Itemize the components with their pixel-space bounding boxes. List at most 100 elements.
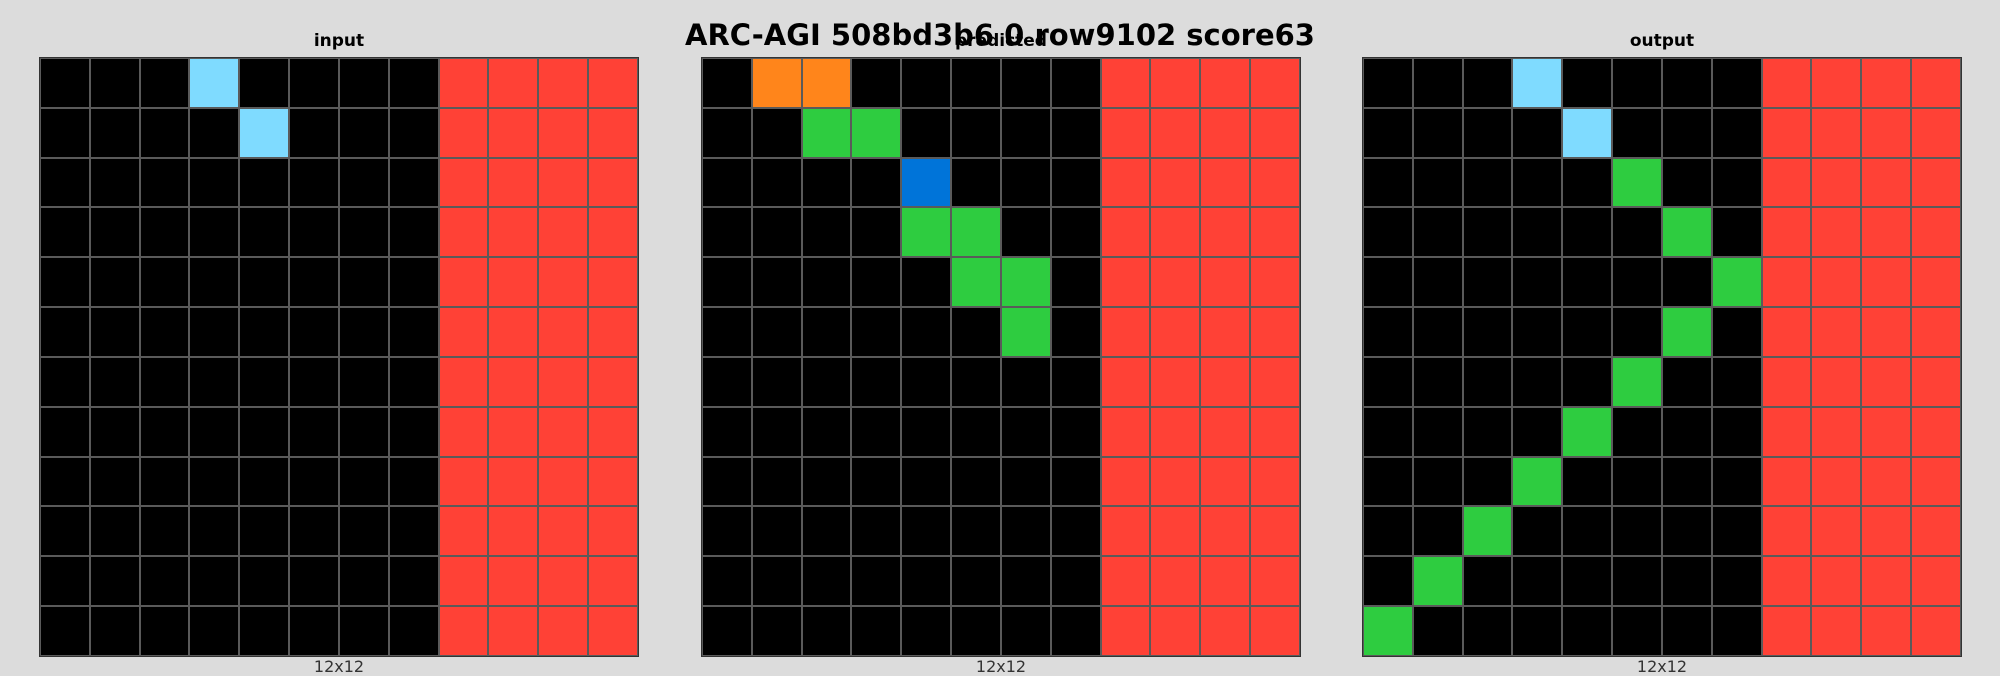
grid-cell: [851, 157, 902, 208]
grid-cell: [951, 456, 1001, 507]
grid-cell: [1412, 556, 1463, 607]
grid-cell: [1711, 556, 1762, 607]
grid-cell: [388, 506, 439, 557]
grid-cell: [488, 307, 539, 357]
grid-cell: [1200, 356, 1251, 407]
grid-cell: [1200, 456, 1251, 507]
grid-cell: [1150, 107, 1201, 158]
grid-cell: [1711, 107, 1762, 158]
grid-cell: [1811, 506, 1862, 557]
grid-cell: [1412, 157, 1463, 208]
grid-cell: [388, 456, 439, 507]
grid-cell: [1911, 406, 1961, 457]
grid-cell: [1363, 606, 1413, 656]
output-panel: output 12x12: [1362, 0, 1962, 675]
grid-cell: [901, 307, 952, 357]
grid-cell: [1200, 307, 1251, 357]
grid-cell: [702, 506, 752, 557]
grid-cell: [1562, 157, 1613, 208]
grid-cell: [89, 58, 140, 108]
grid-cell: [239, 207, 290, 258]
figure-title: ARC-AGI 508bd3b6 0 row9102 score63: [685, 18, 1315, 52]
grid-cell: [1462, 207, 1513, 258]
grid-cell: [1711, 58, 1762, 108]
grid-cell: [1711, 257, 1762, 308]
grid-cell: [588, 356, 638, 407]
grid-cell: [438, 157, 489, 208]
grid-cell: [438, 356, 489, 407]
grid-cell: [1811, 556, 1862, 607]
input-grid: [39, 57, 639, 657]
grid-cell: [1462, 406, 1513, 457]
grid-cell: [289, 606, 339, 656]
grid-cell: [801, 356, 852, 407]
grid-cell: [1562, 257, 1613, 308]
grid-cell: [951, 556, 1001, 607]
grid-cell: [488, 406, 539, 457]
grid-cell: [1761, 58, 1812, 108]
grid-cell: [1100, 556, 1151, 607]
grid-cell: [1661, 107, 1712, 158]
grid-cell: [189, 406, 240, 457]
grid-cell: [1250, 257, 1300, 308]
grid-cell: [239, 257, 290, 308]
grid-cell: [951, 157, 1001, 208]
grid-cell: [1412, 406, 1463, 457]
grid-cell: [1562, 356, 1613, 407]
grid-cell: [189, 356, 240, 407]
grid-cell: [239, 356, 290, 407]
grid-cell: [1612, 356, 1662, 407]
grid-cell: [751, 456, 802, 507]
grid-cell: [139, 307, 190, 357]
grid-cell: [1612, 606, 1662, 656]
grid-cell: [851, 556, 902, 607]
grid-cell: [1711, 456, 1762, 507]
grid-cell: [239, 606, 290, 656]
grid-cell: [1711, 356, 1762, 407]
grid-cell: [1612, 157, 1662, 208]
grid-cell: [1412, 307, 1463, 357]
grid-cell: [89, 606, 140, 656]
grid-cell: [901, 257, 952, 308]
grid-cell: [338, 356, 389, 407]
grid-cell: [538, 157, 589, 208]
grid-cell: [851, 207, 902, 258]
grid-cell: [289, 456, 339, 507]
grid-cell: [901, 157, 952, 208]
grid-cell: [1200, 506, 1251, 557]
grid-cell: [1200, 107, 1251, 158]
grid-cell: [1250, 356, 1300, 407]
grid-cell: [1000, 58, 1051, 108]
grid-cell: [1250, 456, 1300, 507]
grid-cell: [289, 257, 339, 308]
grid-cell: [1861, 107, 1912, 158]
grid-cell: [1462, 606, 1513, 656]
grid-cell: [488, 58, 539, 108]
grid-cell: [1811, 207, 1862, 258]
grid-cell: [139, 406, 190, 457]
grid-cell: [388, 307, 439, 357]
grid-cell: [189, 107, 240, 158]
grid-cell: [139, 157, 190, 208]
grid-cell: [1412, 207, 1463, 258]
grid-cell: [901, 207, 952, 258]
grid-cell: [1811, 107, 1862, 158]
grid-cell: [1100, 157, 1151, 208]
grid-cell: [1612, 307, 1662, 357]
grid-cell: [1000, 456, 1051, 507]
grid-cell: [40, 356, 90, 407]
grid-cell: [1911, 58, 1961, 108]
grid-cell: [1050, 58, 1101, 108]
grid-cell: [189, 556, 240, 607]
grid-cell: [40, 58, 90, 108]
grid-cell: [1661, 456, 1712, 507]
grid-cell: [239, 506, 290, 557]
grid-cell: [388, 207, 439, 258]
grid-cell: [338, 257, 389, 308]
grid-cell: [1562, 556, 1613, 607]
grid-cell: [702, 58, 752, 108]
grid-cell: [40, 307, 90, 357]
grid-cell: [1462, 556, 1513, 607]
grid-cell: [1861, 157, 1912, 208]
grid-cell: [1150, 157, 1201, 208]
